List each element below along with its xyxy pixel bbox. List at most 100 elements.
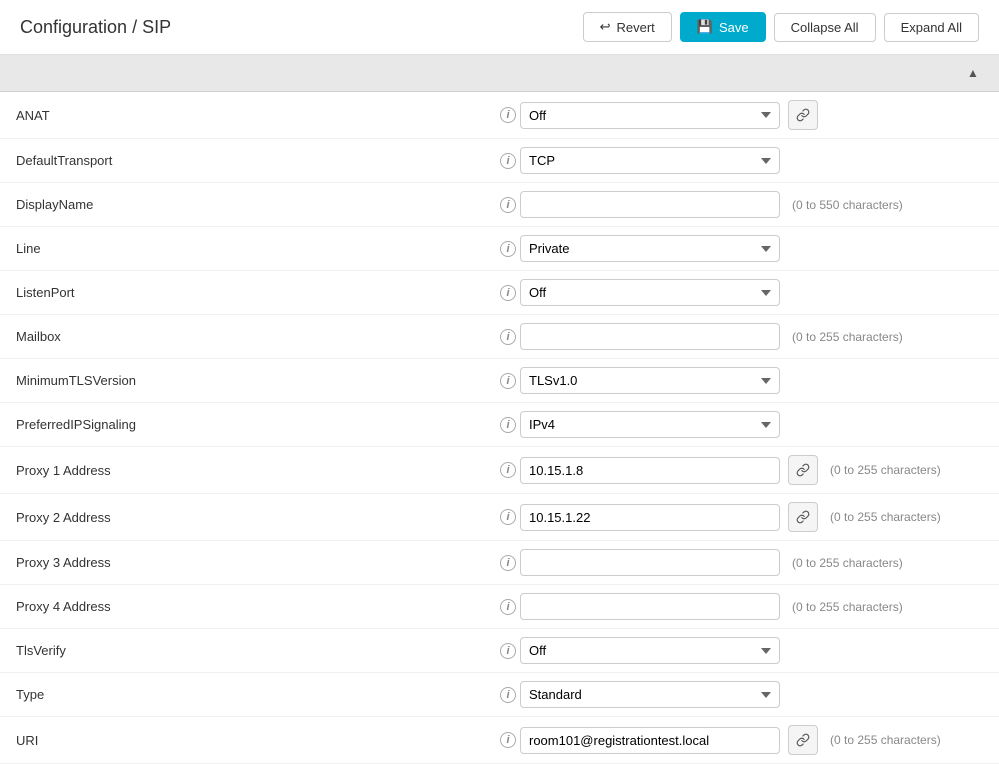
select-type[interactable]: StandardAdvanced <box>520 681 780 708</box>
config-row-proxy-2-address: Proxy 2 Address i(0 to 255 characters) <box>0 494 999 541</box>
config-row-line: LineiPrivatePublic <box>0 227 999 271</box>
info-icon-tls-verify[interactable]: i <box>496 643 520 659</box>
info-icon-preferred-ip-signaling[interactable]: i <box>496 417 520 433</box>
input-proxy-4-address[interactable] <box>520 593 780 620</box>
config-row-minimum-tls-version: MinimumTLSVersion iTLSv1.0TLSv1.1TLSv1.2 <box>0 359 999 403</box>
link-button-uri[interactable] <box>788 725 818 755</box>
row-label-anat: ANAT <box>16 108 496 123</box>
row-control-listen-port: OffOn <box>520 279 983 306</box>
row-label-proxy-3-address: Proxy 3 Address <box>16 555 496 570</box>
info-circle[interactable]: i <box>500 329 516 345</box>
section-header: ▲ <box>0 55 999 92</box>
info-icon-proxy-1-address[interactable]: i <box>496 462 520 478</box>
info-icon-proxy-3-address[interactable]: i <box>496 555 520 571</box>
row-control-default-transport: TCPUDPTLS <box>520 147 983 174</box>
page-wrapper: Configuration / SIP ↩ Revert 💾 Save Coll… <box>0 0 999 764</box>
info-icon-uri[interactable]: i <box>496 732 520 748</box>
info-icon-default-transport[interactable]: i <box>496 153 520 169</box>
collapse-arrow[interactable]: ▲ <box>963 63 983 83</box>
select-line[interactable]: PrivatePublic <box>520 235 780 262</box>
hint-proxy-3-address: (0 to 255 characters) <box>792 556 903 570</box>
info-circle[interactable]: i <box>500 555 516 571</box>
row-label-proxy-4-address: Proxy 4 Address <box>16 599 496 614</box>
config-row-preferred-ip-signaling: PreferredIPSignalingiIPv4IPv6 <box>0 403 999 447</box>
config-row-proxy-3-address: Proxy 3 Address i (0 to 255 characters) <box>0 541 999 585</box>
select-minimum-tls-version[interactable]: TLSv1.0TLSv1.1TLSv1.2 <box>520 367 780 394</box>
row-control-proxy-2-address: (0 to 255 characters) <box>520 502 983 532</box>
link-button-proxy-2-address[interactable] <box>788 502 818 532</box>
revert-button[interactable]: ↩ Revert <box>583 12 672 42</box>
info-circle[interactable]: i <box>500 107 516 123</box>
row-label-proxy-2-address: Proxy 2 Address <box>16 510 496 525</box>
row-label-uri: URI <box>16 733 496 748</box>
config-row-listen-port: ListenPort iOffOn <box>0 271 999 315</box>
save-button[interactable]: 💾 Save <box>680 12 766 42</box>
row-label-mailbox: Mailbox <box>16 329 496 344</box>
info-circle[interactable]: i <box>500 732 516 748</box>
row-label-tls-verify: TlsVerify <box>16 643 496 658</box>
link-button-proxy-1-address[interactable] <box>788 455 818 485</box>
info-circle[interactable]: i <box>500 373 516 389</box>
input-proxy-1-address[interactable] <box>520 457 780 484</box>
info-circle[interactable]: i <box>500 417 516 433</box>
save-icon: 💾 <box>697 19 713 35</box>
info-icon-mailbox[interactable]: i <box>496 329 520 345</box>
input-uri[interactable] <box>520 727 780 754</box>
info-icon-anat[interactable]: i <box>496 107 520 123</box>
header-buttons: ↩ Revert 💾 Save Collapse All Expand All <box>583 12 979 42</box>
config-row-tls-verify: TlsVerify iOffOn <box>0 629 999 673</box>
row-control-uri: (0 to 255 characters) <box>520 725 983 755</box>
hint-uri: (0 to 255 characters) <box>830 733 941 747</box>
select-anat[interactable]: OffOn <box>520 102 780 129</box>
row-control-preferred-ip-signaling: IPv4IPv6 <box>520 411 983 438</box>
info-circle[interactable]: i <box>500 687 516 703</box>
input-proxy-2-address[interactable] <box>520 504 780 531</box>
row-label-minimum-tls-version: MinimumTLSVersion <box>16 373 496 388</box>
config-row-type: TypeiStandardAdvanced <box>0 673 999 717</box>
info-icon-minimum-tls-version[interactable]: i <box>496 373 520 389</box>
info-icon-line[interactable]: i <box>496 241 520 257</box>
info-icon-proxy-4-address[interactable]: i <box>496 599 520 615</box>
row-control-proxy-1-address: (0 to 255 characters) <box>520 455 983 485</box>
config-content: ANATiOffOnDefaultTransportiTCPUDPTLSDisp… <box>0 92 999 764</box>
info-circle[interactable]: i <box>500 643 516 659</box>
page-title: Configuration / SIP <box>20 17 171 38</box>
info-icon-listen-port[interactable]: i <box>496 285 520 301</box>
input-mailbox[interactable] <box>520 323 780 350</box>
select-default-transport[interactable]: TCPUDPTLS <box>520 147 780 174</box>
config-row-mailbox: Mailboxi(0 to 255 characters) <box>0 315 999 359</box>
row-control-display-name: (0 to 550 characters) <box>520 191 983 218</box>
info-circle[interactable]: i <box>500 462 516 478</box>
config-row-proxy-4-address: Proxy 4 Address i (0 to 255 characters) <box>0 585 999 629</box>
info-circle[interactable]: i <box>500 509 516 525</box>
select-listen-port[interactable]: OffOn <box>520 279 780 306</box>
link-button-anat[interactable] <box>788 100 818 130</box>
input-proxy-3-address[interactable] <box>520 549 780 576</box>
page-header: Configuration / SIP ↩ Revert 💾 Save Coll… <box>0 0 999 55</box>
hint-proxy-4-address: (0 to 255 characters) <box>792 600 903 614</box>
expand-all-button[interactable]: Expand All <box>884 13 979 42</box>
row-label-line: Line <box>16 241 496 256</box>
info-icon-type[interactable]: i <box>496 687 520 703</box>
config-row-proxy-1-address: Proxy 1 Address i(0 to 255 characters) <box>0 447 999 494</box>
row-control-anat: OffOn <box>520 100 983 130</box>
info-circle[interactable]: i <box>500 285 516 301</box>
select-preferred-ip-signaling[interactable]: IPv4IPv6 <box>520 411 780 438</box>
info-circle[interactable]: i <box>500 197 516 213</box>
select-tls-verify[interactable]: OffOn <box>520 637 780 664</box>
info-icon-display-name[interactable]: i <box>496 197 520 213</box>
row-label-listen-port: ListenPort <box>16 285 496 300</box>
info-circle[interactable]: i <box>500 241 516 257</box>
collapse-all-button[interactable]: Collapse All <box>774 13 876 42</box>
info-circle[interactable]: i <box>500 153 516 169</box>
info-icon-proxy-2-address[interactable]: i <box>496 509 520 525</box>
config-row-display-name: DisplayName i(0 to 550 characters) <box>0 183 999 227</box>
row-label-display-name: DisplayName <box>16 197 496 212</box>
row-label-type: Type <box>16 687 496 702</box>
row-label-proxy-1-address: Proxy 1 Address <box>16 463 496 478</box>
info-circle[interactable]: i <box>500 599 516 615</box>
input-display-name[interactable] <box>520 191 780 218</box>
config-row-default-transport: DefaultTransportiTCPUDPTLS <box>0 139 999 183</box>
config-row-uri: URI i (0 to 255 characters) <box>0 717 999 764</box>
row-control-type: StandardAdvanced <box>520 681 983 708</box>
